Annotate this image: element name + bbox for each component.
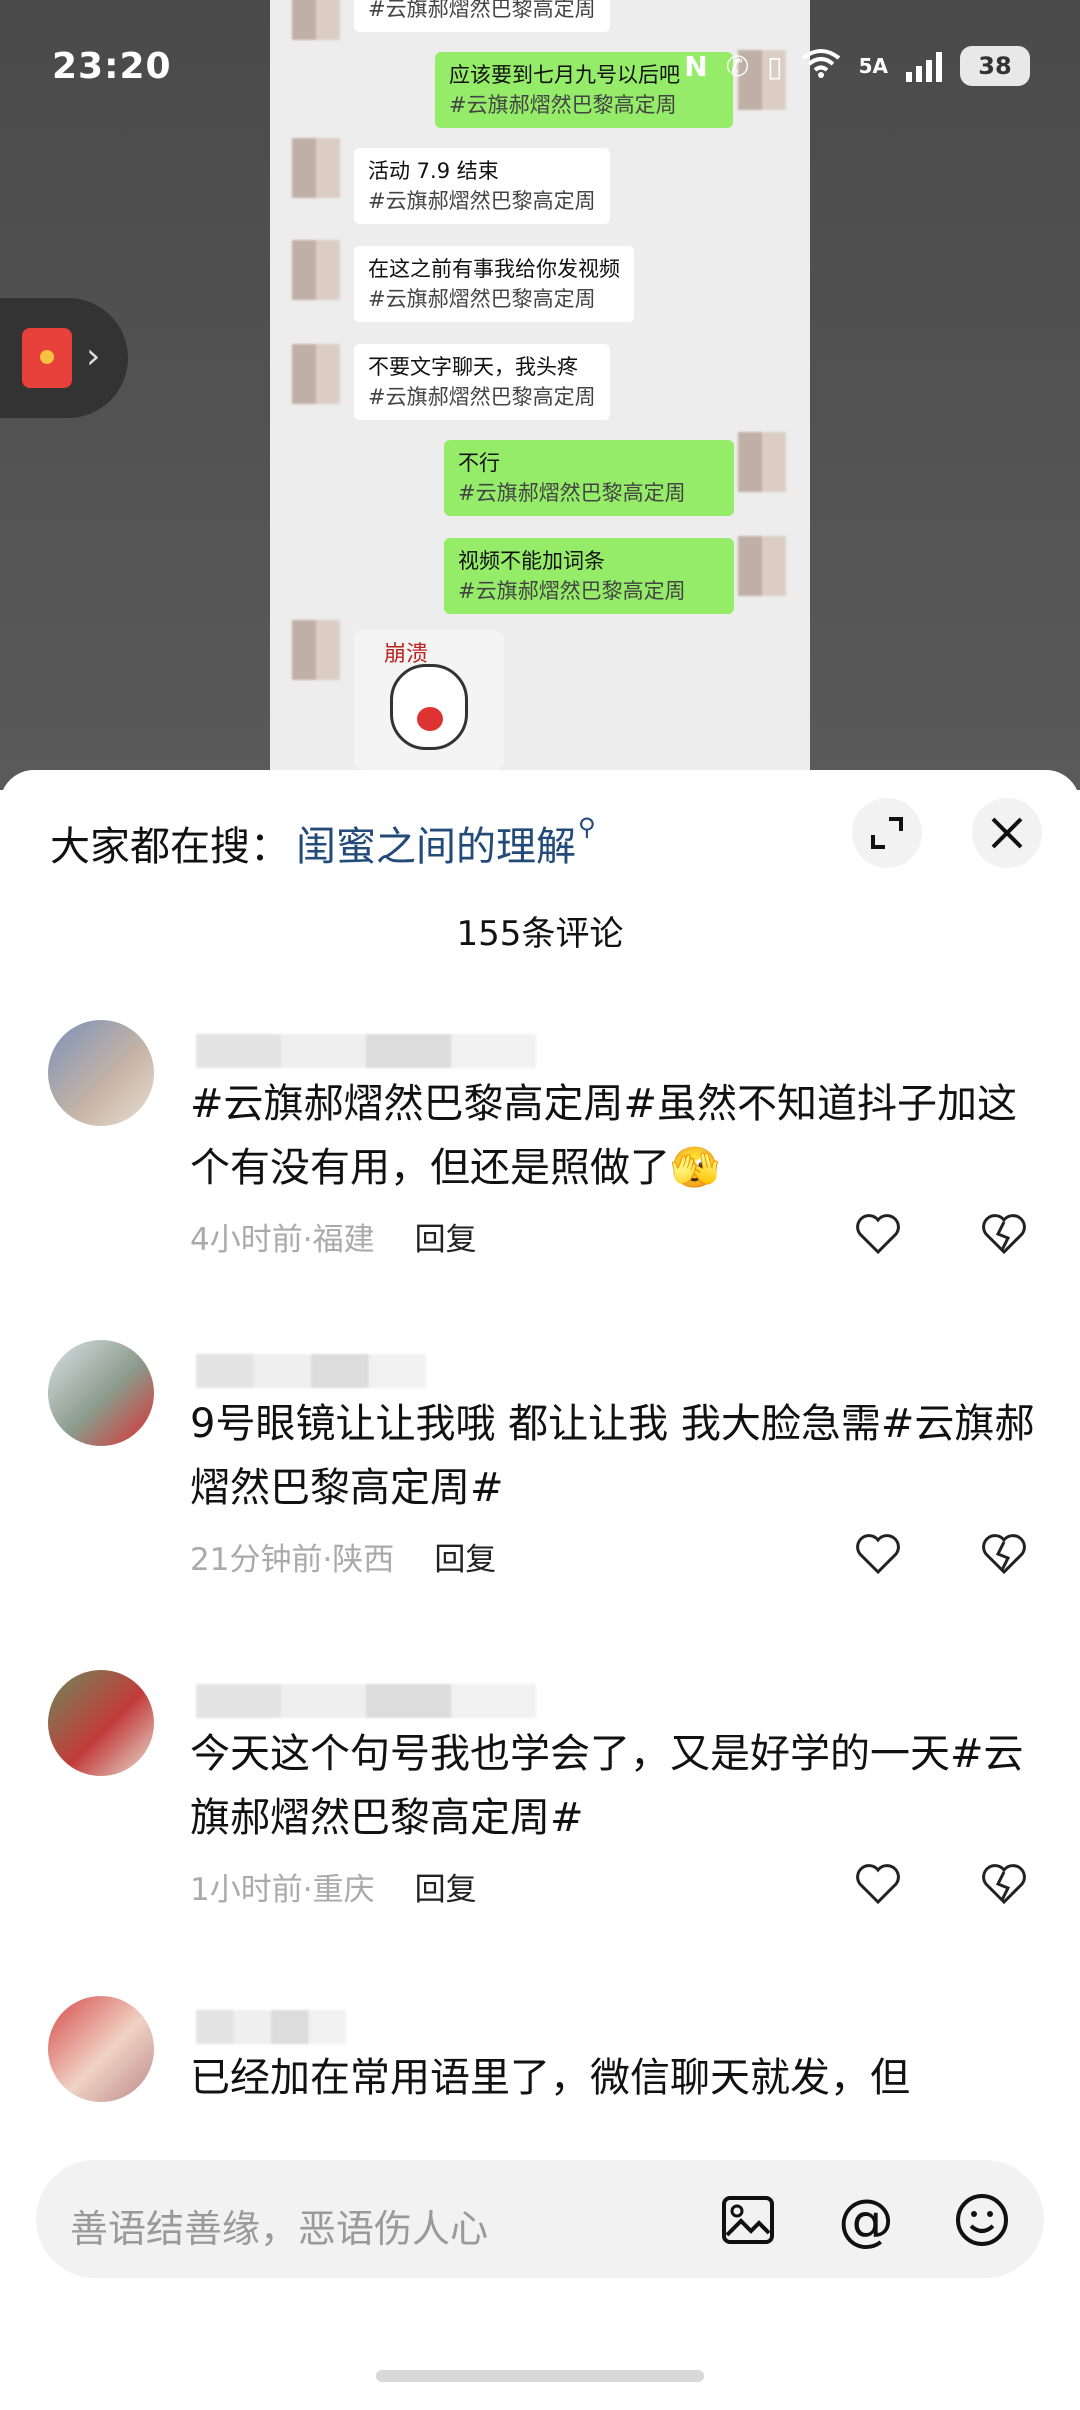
chat-bubble-text: 不要文字聊天，我头疼 <box>368 355 578 379</box>
chat-bubble: 在这之前有事我给你发视频 #云旗郝熠然巴黎高定周 <box>354 246 634 322</box>
avatar[interactable] <box>48 1996 154 2102</box>
comment-text: 已经加在常用语里了，微信聊天就发，但 <box>190 2055 910 2101</box>
chat-bubble: 不要文字聊天，我头疼 #云旗郝熠然巴黎高定周 <box>354 344 610 420</box>
nfc-icon: N <box>684 49 708 83</box>
like-button[interactable] <box>850 1208 906 1260</box>
dislike-button[interactable] <box>976 1858 1032 1910</box>
red-packet-entry[interactable]: › <box>0 298 128 418</box>
chat-bubble-text: 视频不能加词条 <box>458 549 605 573</box>
call-icon: ✆ <box>725 49 750 83</box>
heart-icon <box>856 1534 900 1575</box>
dislike-button[interactable] <box>976 1528 1032 1580</box>
heart-icon <box>856 1864 900 1905</box>
comment-time-location: 21分钟前·陕西 <box>190 1542 395 1578</box>
battery-icon: 38 <box>960 46 1030 86</box>
expand-button[interactable] <box>852 798 922 868</box>
broken-heart-icon <box>982 1534 1026 1575</box>
comment-text: #云旗郝熠然巴黎高定周#虽然不知道抖子加这个有没有用，但还是照做了🫣 <box>190 1081 1018 1191</box>
avatar <box>738 536 786 596</box>
username[interactable] <box>196 1034 536 1068</box>
chat-bubble: 不行 #云旗郝熠然巴黎高定周 <box>444 440 734 516</box>
status-bar: 23:20 N ✆ ▯ 5A 38 <box>0 0 1080 140</box>
like-button[interactable] <box>850 1858 906 1910</box>
avatar[interactable] <box>48 1340 154 1446</box>
reply-button[interactable]: 回复 <box>415 1214 477 1259</box>
comment-input-bar[interactable]: 善语结善缘，恶语伤人心 @ <box>36 2160 1044 2278</box>
avatar <box>292 620 340 680</box>
avatar <box>738 432 786 492</box>
sticker-face <box>390 664 468 750</box>
chat-bubble-text: 在这之前有事我给你发视频 <box>368 257 620 281</box>
trending-search-label: 大家都在搜： <box>50 824 290 870</box>
network-type: 5A <box>858 54 888 78</box>
reply-button[interactable]: 回复 <box>415 1864 477 1909</box>
chat-bubble-tag: #云旗郝熠然巴黎高定周 <box>368 287 596 311</box>
video-area[interactable]: #云旗郝熠然巴黎高定周 应该要到七月九号以后吧 #云旗郝熠然巴黎高定周 活动 7… <box>0 0 1080 790</box>
emoji-button[interactable] <box>952 2190 1012 2250</box>
avatar <box>292 344 340 404</box>
vibrate-icon: ▯ <box>767 49 783 83</box>
comment-count: 155条评论 <box>456 914 624 954</box>
status-icons: N ✆ ▯ 5A 38 <box>684 46 1030 86</box>
comment-text: 9号眼镜让让我哦 都让让我 我大脸急需#云旗郝熠然巴黎高定周# <box>190 1401 1035 1511</box>
at-icon: @ <box>838 2187 894 2253</box>
comment-meta: 21分钟前·陕西 回复 <box>190 1534 496 1579</box>
comment-meta: 1小时前·重庆 回复 <box>190 1864 477 1909</box>
mention-button[interactable]: @ <box>836 2187 896 2253</box>
chat-bubble: 视频不能加词条 #云旗郝熠然巴黎高定周 <box>444 538 734 614</box>
close-button[interactable] <box>972 798 1042 868</box>
chat-bubble-tag: #云旗郝熠然巴黎高定周 <box>458 579 686 603</box>
avatar <box>292 240 340 300</box>
chat-bubble-text: 不行 <box>458 451 500 475</box>
image-button[interactable] <box>718 2190 778 2250</box>
avatar[interactable] <box>48 1670 154 1776</box>
close-icon <box>991 817 1023 849</box>
username[interactable] <box>196 2010 346 2044</box>
expand-icon <box>871 817 903 849</box>
dislike-button[interactable] <box>976 1208 1032 1260</box>
like-button[interactable] <box>850 1528 906 1580</box>
trending-search-term[interactable]: 闺蜜之间的理解 <box>296 814 576 872</box>
trending-search[interactable]: 大家都在搜： 闺蜜之间的理解 ⚲ <box>50 808 596 878</box>
chat-bubble-text: 活动 7.9 结束 <box>368 159 499 183</box>
chat-bubble-tag: #云旗郝熠然巴黎高定周 <box>368 385 596 409</box>
username[interactable] <box>196 1684 536 1718</box>
emoji-icon <box>956 2194 1008 2246</box>
comment-input[interactable]: 善语结善缘，恶语伤人心 <box>70 2198 488 2253</box>
reply-button[interactable]: 回复 <box>434 1534 496 1579</box>
status-time: 23:20 <box>52 46 172 87</box>
broken-heart-icon <box>982 1214 1026 1255</box>
username[interactable] <box>196 1354 426 1388</box>
search-icon: ⚲ <box>578 813 596 841</box>
signal-icon <box>906 50 942 82</box>
comment-time-location: 1小时前·重庆 <box>190 1872 375 1908</box>
comment-time-location: 4小时前·福建 <box>190 1222 375 1258</box>
avatar <box>292 138 340 198</box>
chevron-right-icon: › <box>86 336 101 377</box>
image-icon <box>722 2196 774 2244</box>
chat-bubble: 活动 7.9 结束 #云旗郝熠然巴黎高定周 <box>354 148 610 224</box>
broken-heart-icon <box>982 1864 1026 1905</box>
chat-bubble-tag: #云旗郝熠然巴黎高定周 <box>368 189 596 213</box>
home-indicator[interactable] <box>376 2370 704 2382</box>
sticker-image: 崩溃 <box>354 630 504 770</box>
comment-meta: 4小时前·福建 回复 <box>190 1214 477 1259</box>
wifi-icon <box>801 48 841 85</box>
red-packet-icon <box>22 328 72 388</box>
chat-bubble-tag: #云旗郝熠然巴黎高定周 <box>458 481 686 505</box>
avatar[interactable] <box>48 1020 154 1126</box>
comment-text: 今天这个句号我也学会了，又是好学的一天#云旗郝熠然巴黎高定周# <box>190 1731 1024 1841</box>
heart-icon <box>856 1214 900 1255</box>
